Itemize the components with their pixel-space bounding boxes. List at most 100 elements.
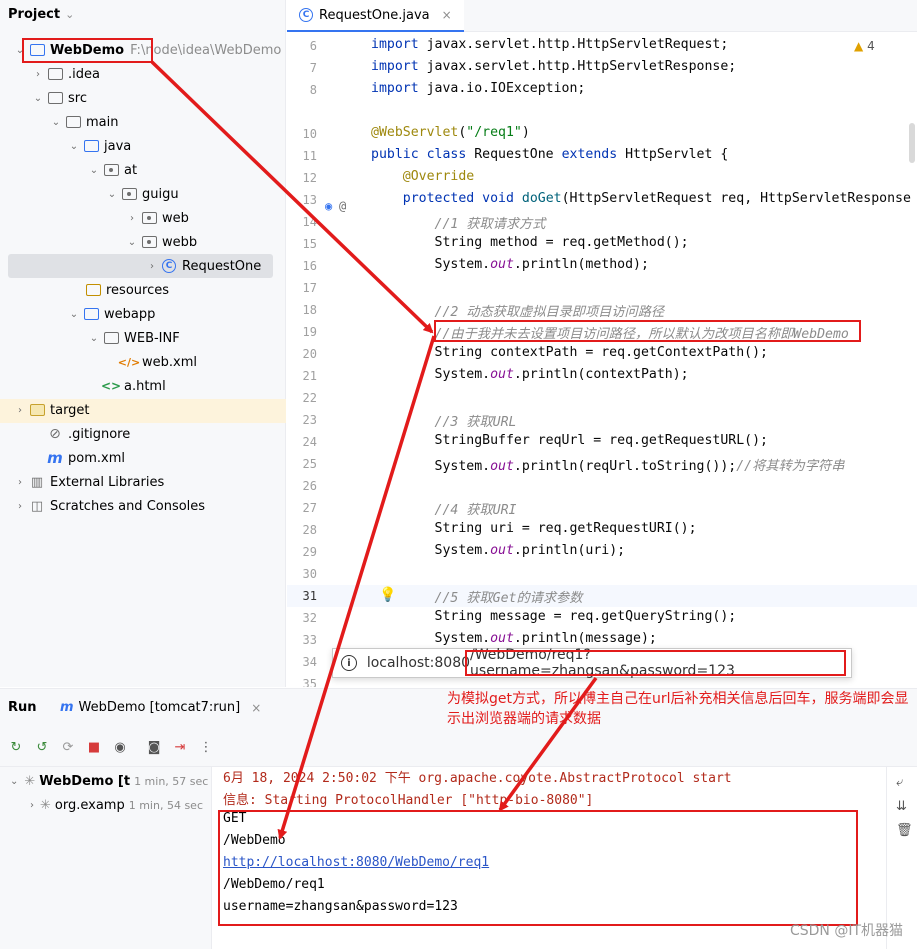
rerun-failed-icon[interactable]: ↺ — [34, 739, 50, 755]
chevron-right-icon[interactable]: › — [12, 501, 28, 512]
run-node-time: 1 min, 54 sec — [128, 798, 203, 812]
code-line: String uri = req.getRequestURI(); — [371, 521, 697, 536]
tree-item-idea[interactable]: › .idea — [30, 62, 100, 86]
code-line: System.out.println(reqUrl.toString());//… — [371, 459, 845, 474]
line-number: 26 — [302, 479, 317, 493]
tree-item-java[interactable]: ⌄ java — [66, 134, 131, 158]
tree-item-at[interactable]: ⌄ at — [86, 158, 137, 182]
tree-item-requestone[interactable]: › C RequestOne — [144, 254, 261, 278]
line-number: 14 — [302, 215, 317, 229]
tree-item-main[interactable]: ⌄ main — [48, 110, 119, 134]
tree-item-pom-xml[interactable]: m pom.xml — [30, 446, 125, 470]
tree-item-guigu[interactable]: ⌄ guigu — [104, 182, 179, 206]
run-toolbar: ↻ ↺ ⟳ ■ ◉ ◙ ⇥ ⋮ — [0, 727, 917, 767]
chevron-down-icon[interactable]: ⌄ — [86, 165, 102, 176]
code-line: protected void doGet(HttpServletRequest … — [402, 191, 911, 206]
package-icon — [140, 235, 158, 249]
project-panel-header[interactable]: Project ⌄ — [0, 0, 285, 28]
tree-item-label: target — [50, 402, 90, 418]
libraries-icon: ▥ — [30, 474, 44, 490]
project-panel-title: Project — [8, 6, 61, 22]
run-tab-webdemo[interactable]: m WebDemo [tomcat7:run] × — [60, 700, 261, 715]
class-icon: C — [160, 259, 178, 273]
line-number: 25 — [302, 457, 317, 471]
annotation-box-webdemo — [22, 38, 153, 63]
tree-item-a-html[interactable]: <> a.html — [86, 374, 166, 398]
run-node-webdemo[interactable]: ⌄ ✳ WebDemo [t 1 min, 57 sec — [10, 770, 208, 792]
code-line: System.out.println(contextPath); — [371, 367, 689, 382]
tree-item-target[interactable]: › target — [12, 398, 90, 422]
run-node-time: 1 min, 57 sec — [134, 774, 209, 788]
eye-icon[interactable]: ◉ — [112, 739, 128, 755]
code-line: @Override — [402, 169, 475, 184]
chevron-right-icon[interactable]: › — [12, 405, 28, 416]
tree-item-webb[interactable]: ⌄ webb — [124, 230, 197, 254]
code-line: //4 获取URI — [434, 503, 517, 518]
stop-icon[interactable]: ■ — [86, 739, 102, 755]
chevron-right-icon[interactable]: › — [144, 261, 160, 272]
tree-item-label: resources — [106, 282, 170, 298]
tree-item-src[interactable]: ⌄ src — [30, 86, 87, 110]
line-number: 32 — [302, 611, 317, 625]
chevron-down-icon[interactable]: ⌄ — [66, 141, 82, 152]
tree-item-web[interactable]: › web — [124, 206, 189, 230]
tree-item-gitignore[interactable]: ⊘ .gitignore — [30, 422, 130, 446]
tree-item-label: External Libraries — [50, 474, 165, 490]
tree-item-label: .gitignore — [68, 426, 131, 442]
line-number: 7 — [309, 61, 317, 75]
editor-scrollbar[interactable] — [909, 123, 915, 163]
exit-icon[interactable]: ⇥ — [172, 739, 188, 755]
rerun-icon[interactable]: ↻ — [8, 739, 24, 755]
tree-item-webapp[interactable]: ⌄ webapp — [66, 302, 156, 326]
tree-item-resources[interactable]: resources — [68, 278, 169, 302]
chevron-right-icon[interactable]: › — [12, 477, 28, 488]
close-icon[interactable]: × — [251, 701, 261, 715]
annotation-box-console — [218, 810, 858, 926]
chevron-right-icon[interactable]: › — [30, 69, 46, 80]
chevron-down-icon[interactable]: ⌄ — [86, 333, 102, 344]
tree-item-web-inf[interactable]: ⌄ WEB-INF — [86, 326, 180, 350]
restart-icon[interactable]: ⟳ — [60, 739, 76, 755]
tree-item-web-xml[interactable]: </> web.xml — [104, 350, 197, 374]
scroll-to-end-icon[interactable]: ⇊ — [896, 799, 907, 814]
line-number: 18 — [302, 303, 317, 317]
url-host: localhost:8080 — [366, 655, 471, 671]
code-line: @WebServlet("/req1") — [371, 125, 530, 140]
chevron-down-icon[interactable]: ⌄ — [104, 189, 120, 200]
more-icon[interactable]: ⋮ — [198, 739, 214, 755]
chevron-down-icon[interactable]: ⌄ — [48, 117, 64, 128]
scratches-icon: ◫ — [30, 498, 44, 514]
warning-count: 4 — [867, 39, 875, 53]
warning-indicator[interactable]: ▲ 4 — [854, 39, 875, 53]
trash-icon[interactable]: 🗑 — [896, 823, 913, 838]
chevron-right-icon[interactable]: › — [124, 213, 140, 224]
package-icon — [140, 211, 158, 225]
tab-requestone-java[interactable]: C RequestOne.java × — [287, 0, 464, 32]
annotation-text: 为模拟get方式，所以博主自己在url后补充相关信息后回车，服务端即会显示出浏览… — [447, 691, 909, 727]
line-number: 27 — [302, 501, 317, 515]
camera-icon[interactable]: ◙ — [146, 739, 162, 755]
source-folder-icon — [82, 139, 100, 153]
code-line: String method = req.getMethod(); — [371, 235, 689, 250]
tree-item-label: RequestOne — [182, 258, 262, 274]
soft-wrap-icon[interactable]: ⤶ — [896, 775, 903, 790]
run-node-org-example[interactable]: › ✳ org.examp 1 min, 54 sec — [30, 794, 203, 816]
run-node-label: WebDemo [t — [39, 773, 131, 789]
line-number: 10 — [302, 127, 317, 141]
close-icon[interactable]: × — [442, 8, 452, 22]
excluded-folder-icon — [28, 403, 46, 417]
line-number: 19 — [302, 325, 317, 339]
chevron-down-icon[interactable]: ⌄ — [65, 8, 74, 21]
annotation-box-comment — [434, 320, 861, 342]
code-line: System.out.println(method); — [371, 257, 649, 272]
chevron-down-icon[interactable]: ⌄ — [66, 309, 82, 320]
chevron-down-icon[interactable]: ⌄ — [30, 93, 46, 104]
override-gutter-icon[interactable]: ◉ — [325, 199, 332, 213]
tree-item-external-libraries[interactable]: › ▥ External Libraries — [12, 470, 164, 494]
code-editor[interactable]: ▲ 4 6 7 8 10 11 12 13 14 15 16 17 18 19 20 21 22 23 24 25 2… — [287, 33, 917, 687]
code-line: StringBuffer reqUrl = req.getRequestURL(… — [371, 433, 768, 448]
chevron-down-icon[interactable]: ⌄ — [124, 237, 140, 248]
tree-item-scratches-and-consoles[interactable]: › ◫ Scratches and Consoles — [12, 494, 205, 518]
tree-item-label: web.xml — [142, 354, 197, 370]
annotation-gutter-icon[interactable]: @ — [339, 199, 346, 213]
